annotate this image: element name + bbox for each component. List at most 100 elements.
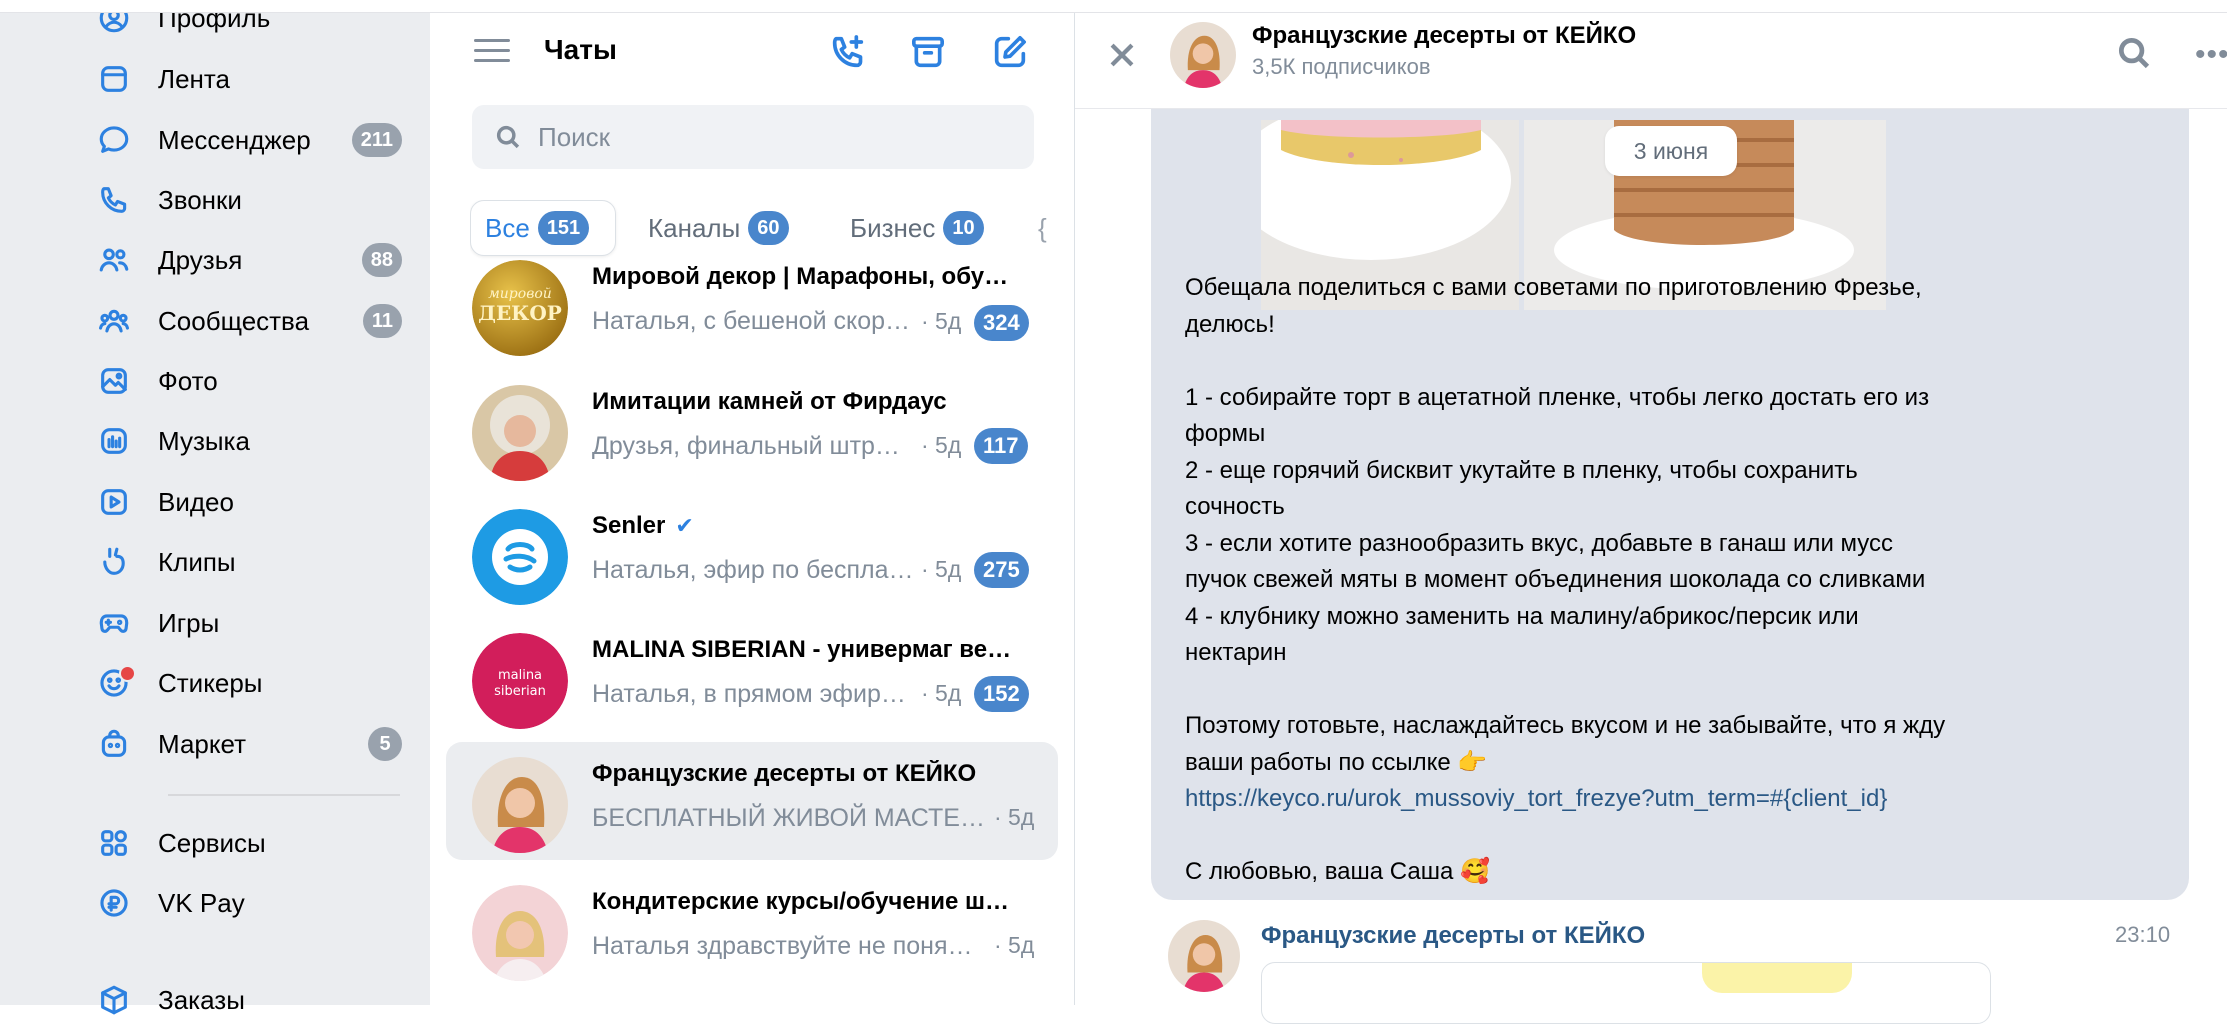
left-navigation: Профиль Лента Мессенджер 211 Звонки Друз… [0, 0, 430, 1015]
chat-item[interactable]: Senler ✔ Наталья, эфир по беспла… · 5д 27… [446, 494, 1058, 612]
post-line: Обещала поделиться с вами советами по пр… [1185, 274, 1922, 301]
search-icon [496, 125, 520, 149]
message-author-avatar[interactable] [1168, 920, 1240, 992]
chat-filter-tabs: Все 151 Каналы 60 Бизнес 10 { [470, 200, 1060, 260]
unread-badge: 117 [974, 428, 1028, 464]
hamburger-menu-icon[interactable] [474, 34, 510, 70]
nav-item-feed[interactable]: Лента [96, 54, 406, 104]
nav-item-games[interactable]: Игры [96, 598, 406, 648]
chat-avatar [472, 757, 568, 853]
search-field[interactable] [472, 105, 1034, 169]
new-call-icon[interactable] [826, 30, 870, 74]
avatar-logo-text: мировой [488, 286, 552, 302]
tab-channels[interactable]: Каналы 60 [648, 200, 789, 256]
games-icon [96, 605, 132, 641]
chat-name: Французские десерты от КЕЙКО [592, 760, 977, 787]
nav-item-stickers[interactable]: Стикеры [96, 658, 406, 708]
orders-icon [96, 982, 132, 1018]
chat-avatar: мировой ДЕКОР [472, 260, 568, 356]
message-attachment-card[interactable] [1261, 962, 1991, 1024]
post-signoff: С любовью, ваша Саша 🥰 [1185, 858, 1490, 885]
nav-label: Сообщества [158, 305, 310, 336]
chat-item-selected[interactable]: Французские десерты от КЕЙКО БЕСПЛАТНЫЙ … [446, 742, 1058, 860]
nav-label: Звонки [158, 184, 242, 215]
conversation-title[interactable]: Французские десерты от КЕЙКО [1252, 22, 1636, 50]
chat-preview: БЕСПЛАТНЫЙ ЖИВОЙ МАСТЕ… [592, 804, 985, 832]
post-line: 4 - клубнику можно заменить на малину/аб… [1185, 602, 1859, 630]
compose-icon[interactable] [988, 30, 1032, 74]
svg-text:ДЕКОР: ДЕКОР [478, 301, 562, 325]
subscriber-count: 3,5К подписчиков [1252, 54, 1431, 79]
chat-time: · 5д [994, 804, 1035, 830]
nav-label: Маркет [158, 728, 247, 759]
conversation-avatar[interactable] [1170, 22, 1236, 88]
more-options-icon[interactable]: ••• [2195, 38, 2227, 72]
nav-item-orders[interactable]: Заказы [96, 975, 406, 1025]
chat-item[interactable]: Имитации камней от Фирдаус Друзья, финал… [446, 370, 1058, 488]
post-line-blank [1185, 672, 2085, 709]
post-text: Обещала поделиться с вами советами по пр… [1185, 270, 2085, 891]
messenger-icon [96, 122, 132, 158]
nav-item-market[interactable]: Маркет 5 [96, 719, 406, 769]
post-line-blank [1185, 343, 2085, 380]
unread-badge: 275 [974, 552, 1029, 588]
chat-preview: Наталья, с бешеной скор… [592, 307, 911, 335]
vkpay-icon [96, 885, 132, 921]
date-separator: 3 июня [1605, 126, 1737, 176]
close-icon[interactable] [1105, 38, 1145, 78]
chat-avatar: malina siberian [472, 633, 568, 729]
search-icon[interactable] [2115, 34, 2159, 78]
post-link[interactable]: https://keyco.ru/urok_mussoviy_tort_frez… [1185, 785, 1887, 812]
chat-time: · 5д [921, 432, 962, 458]
unread-badge: 152 [974, 676, 1029, 712]
nav-item-video[interactable]: Видео [96, 477, 406, 527]
nav-label: Игры [158, 607, 220, 638]
nav-item-music[interactable]: Музыка [96, 416, 406, 466]
nav-item-photo[interactable]: Фото [96, 356, 406, 406]
nav-item-friends[interactable]: Друзья 88 [96, 235, 406, 285]
search-input[interactable] [536, 120, 1020, 154]
friends-badge: 88 [361, 243, 402, 277]
chat-name-text: Senler [592, 512, 666, 539]
post-line: делюсь! [1185, 310, 1275, 338]
post-line: пучок свежей мяты в момент объединения ш… [1185, 566, 1926, 593]
nav-item-services[interactable]: Сервисы [96, 818, 406, 868]
chat-name: Кондитерские курсы/обучение ш… [592, 888, 1009, 915]
chat-item[interactable]: malina siberian MALINA SIBERIAN - универм… [446, 618, 1058, 736]
nav-item-calls[interactable]: Звонки [96, 175, 406, 225]
tab-label: Все [485, 212, 530, 243]
services-icon [96, 825, 132, 861]
chat-time: · 5д [921, 308, 962, 334]
more-tabs-icon[interactable]: { [1038, 200, 1047, 256]
chat-avatar [472, 885, 568, 981]
friends-icon [96, 242, 132, 278]
verified-check-icon: ✔ [675, 513, 694, 538]
tab-label: Каналы [648, 212, 741, 243]
chat-item[interactable]: Кондитерские курсы/обучение ш… Наталья з… [446, 870, 1058, 988]
nav-label: Клипы [158, 546, 236, 577]
communities-icon [96, 303, 132, 339]
post-line: 3 - если хотите разнообразить вкус, доба… [1185, 529, 1894, 557]
archive-icon[interactable] [906, 30, 950, 74]
stickers-icon [96, 665, 136, 701]
unread-badge: 211 [351, 123, 402, 157]
message-author-name[interactable]: Французские десерты от КЕЙКО [1261, 922, 1645, 950]
phone-icon [96, 182, 132, 218]
post-line: нектарин [1185, 639, 1287, 666]
nav-item-messenger[interactable]: Мессенджер 211 [96, 115, 406, 165]
nav-item-vkpay[interactable]: VK Pay [96, 878, 406, 928]
tab-business[interactable]: Бизнес 10 [850, 200, 984, 256]
tab-all[interactable]: Все 151 [470, 200, 616, 256]
chat-avatar [472, 385, 568, 481]
post-line-blank [1185, 818, 2085, 855]
chat-item[interactable]: мировой ДЕКОР Мировой декор | Марафоны, о… [446, 255, 1058, 373]
nav-label: VK Pay [158, 887, 245, 918]
post-line: Поэтому готовьте, наслаждайтесь вкусом и… [1185, 712, 1946, 739]
market-badge: 5 [368, 727, 402, 761]
tab-label: Бизнес [850, 212, 936, 243]
tab-count-badge: 10 [943, 211, 984, 245]
nav-item-communities[interactable]: Сообщества 11 [96, 296, 406, 346]
chat-preview: Друзья, финальный штр… [592, 432, 900, 460]
nav-label: Фото [158, 365, 218, 396]
nav-item-clips[interactable]: Клипы [96, 537, 406, 587]
